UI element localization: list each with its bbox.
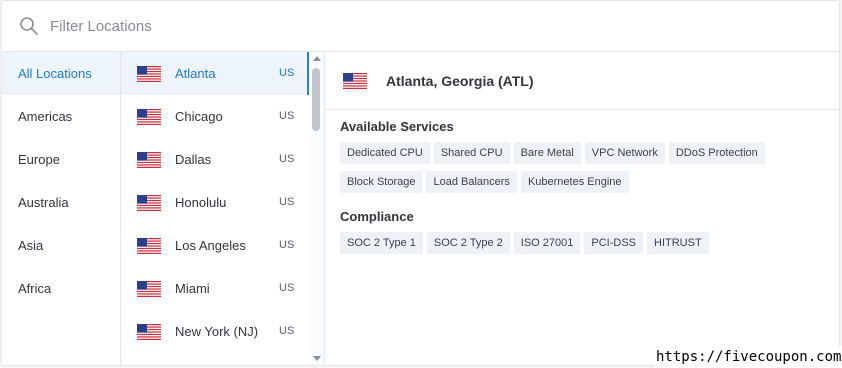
compliance-tag[interactable]: ISO 27001: [513, 232, 581, 254]
city-list-scrollbar[interactable]: [309, 52, 324, 365]
search-icon: [20, 17, 38, 35]
us-flag-icon: [343, 73, 367, 89]
compliance-heading: Compliance: [340, 209, 414, 224]
us-flag-icon: [137, 195, 161, 211]
service-tag[interactable]: Dedicated CPU: [340, 142, 430, 164]
compliance-tag[interactable]: SOC 2 Type 2: [426, 232, 510, 254]
city-name: Dallas: [175, 152, 212, 167]
service-tag[interactable]: Load Balancers: [426, 171, 517, 193]
us-flag-icon: [137, 109, 161, 125]
city-name: Honolulu: [175, 195, 227, 210]
city-item-los-angeles[interactable]: Los Angeles US: [121, 224, 309, 267]
city-item-honolulu[interactable]: Honolulu US: [121, 181, 309, 224]
region-item-europe[interactable]: Europe: [2, 138, 120, 181]
scroll-down-arrow-icon[interactable]: [313, 356, 321, 361]
service-tag[interactable]: VPC Network: [584, 142, 665, 164]
search-bar: [2, 1, 839, 52]
city-list: Atlanta US Chicago US Dallas US Honolulu US Los …: [121, 52, 309, 353]
service-tag[interactable]: Shared CPU: [433, 142, 510, 164]
compliance-tag[interactable]: SOC 2 Type 1: [340, 232, 423, 254]
region-item-africa[interactable]: Africa: [2, 267, 120, 310]
service-tag[interactable]: Block Storage: [340, 171, 423, 193]
city-item-atlanta[interactable]: Atlanta US: [121, 52, 309, 95]
compliance-tag-list: SOC 2 Type 1 SOC 2 Type 2 ISO 27001 PCI-DSS…: [340, 232, 780, 261]
region-item-asia[interactable]: Asia: [2, 224, 120, 267]
available-services-heading: Available Services: [340, 119, 454, 134]
city-country-code: US: [279, 196, 295, 208]
services-tag-list: Dedicated CPU Shared CPU Bare Metal VPC Net…: [340, 142, 780, 200]
city-item-chicago[interactable]: Chicago US: [121, 95, 309, 138]
city-name: New York (NJ): [175, 324, 259, 339]
location-detail: Atlanta, Georgia (ATL) Available Service…: [325, 52, 839, 365]
location-title: Atlanta, Georgia (ATL): [386, 73, 534, 89]
us-flag-icon: [137, 281, 161, 297]
service-tag[interactable]: Kubernetes Engine: [520, 171, 629, 193]
service-tag[interactable]: Bare Metal: [513, 142, 581, 164]
us-flag-icon: [137, 152, 161, 168]
location-detail-header: Atlanta, Georgia (ATL): [325, 52, 839, 110]
city-item-dallas[interactable]: Dallas US: [121, 138, 309, 181]
locations-panel: All Locations Americas Europe Australia …: [1, 0, 840, 366]
city-item-miami[interactable]: Miami US: [121, 267, 309, 310]
watermark-url: https://fivecoupon.com: [654, 346, 842, 368]
region-item-australia[interactable]: Australia: [2, 181, 120, 224]
city-country-code: US: [279, 110, 295, 122]
us-flag-icon: [137, 238, 161, 254]
us-flag-icon: [137, 324, 161, 340]
city-country-code: US: [279, 325, 295, 337]
region-item-americas[interactable]: Americas: [2, 95, 120, 138]
filter-locations-input[interactable]: [50, 14, 750, 38]
service-tag[interactable]: DDoS Protection: [668, 142, 765, 164]
scroll-up-arrow-icon[interactable]: [313, 56, 321, 61]
city-list-panel: Atlanta US Chicago US Dallas US Honolulu US Los …: [121, 52, 325, 365]
city-name: Atlanta: [175, 66, 216, 81]
city-item-new-york-nj[interactable]: New York (NJ) US: [121, 310, 309, 353]
compliance-tag[interactable]: HITRUST: [647, 232, 709, 254]
city-name: Miami: [175, 281, 210, 296]
city-name: Los Angeles: [175, 238, 246, 253]
city-country-code: US: [279, 282, 295, 294]
city-country-code: US: [279, 67, 295, 79]
city-country-code: US: [279, 239, 295, 251]
scrollbar-thumb[interactable]: [312, 68, 320, 131]
city-country-code: US: [279, 153, 295, 165]
city-name: Chicago: [175, 109, 223, 124]
region-list: All Locations Americas Europe Australia …: [2, 52, 121, 365]
compliance-tag[interactable]: PCI-DSS: [584, 232, 643, 254]
region-item-all-locations[interactable]: All Locations: [2, 52, 120, 95]
us-flag-icon: [137, 66, 161, 82]
